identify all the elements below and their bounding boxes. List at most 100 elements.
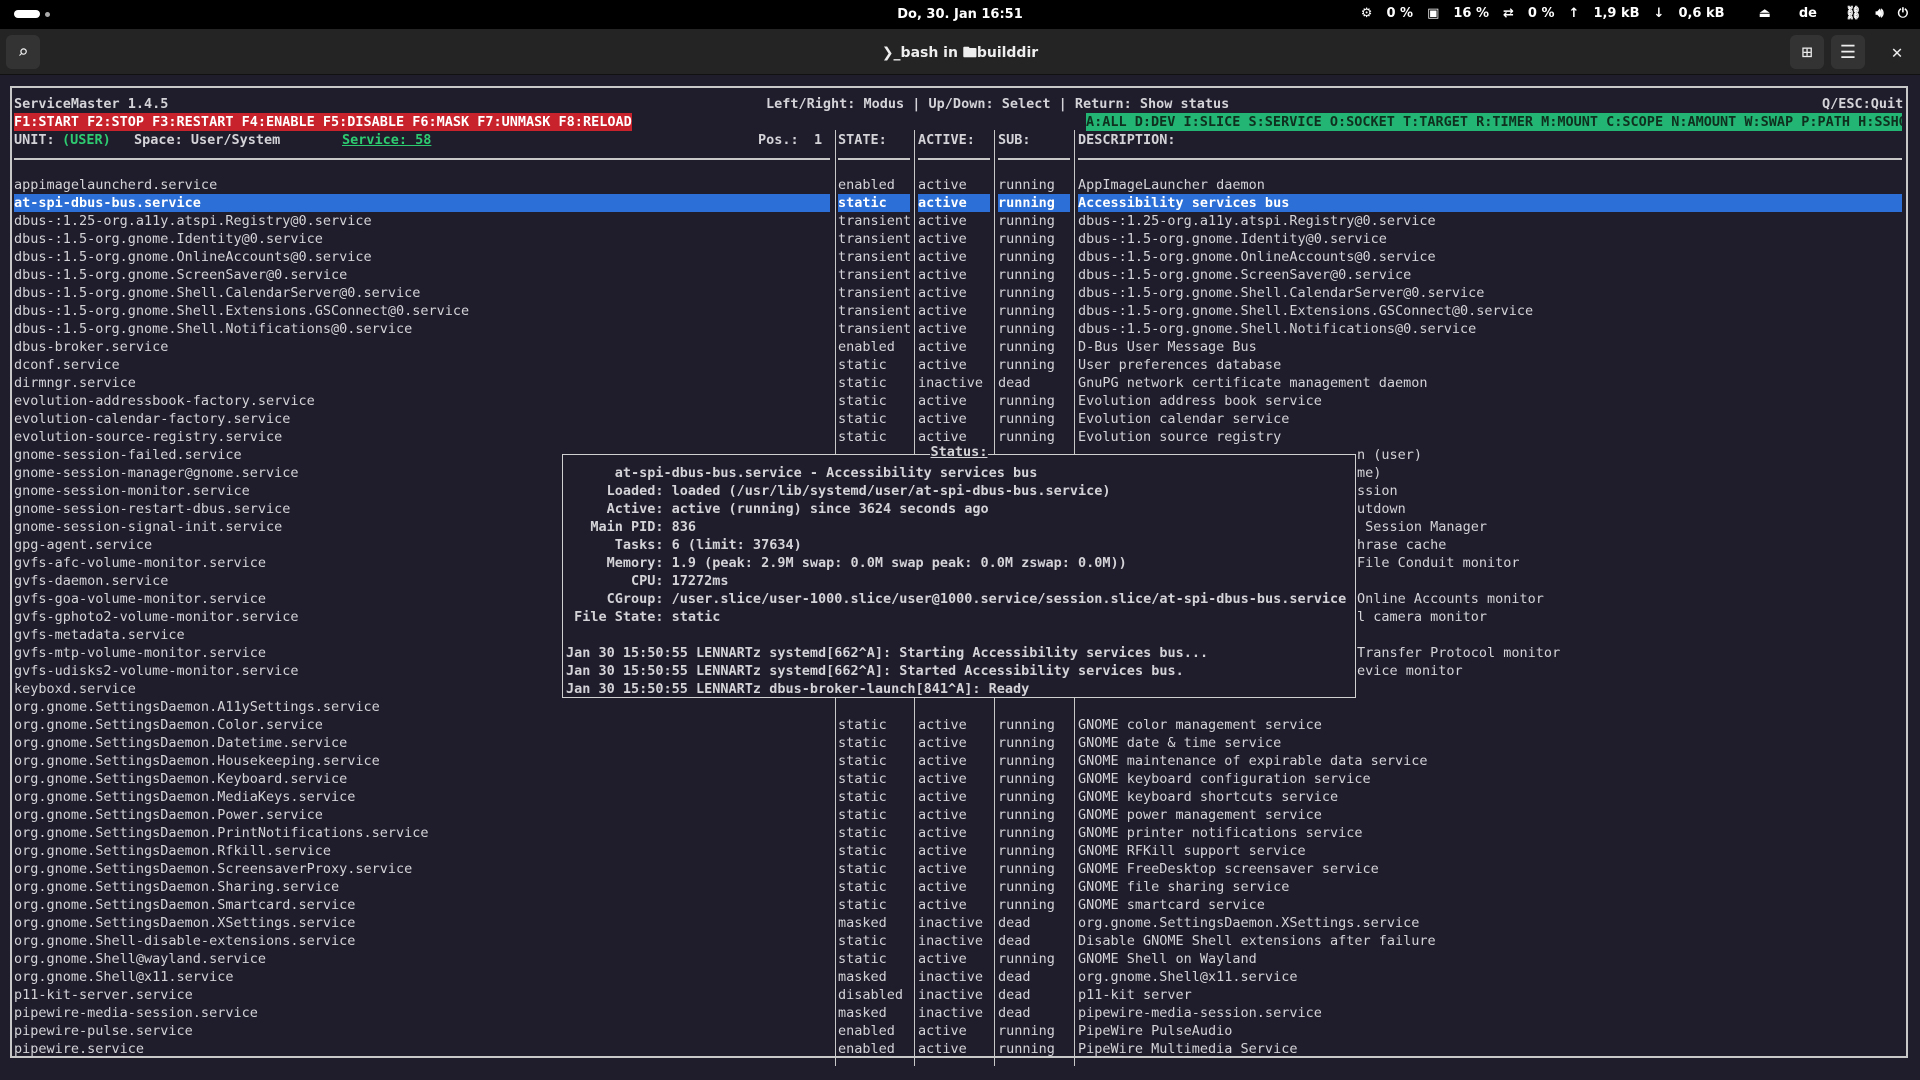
network-icon[interactable]: ⛓ [1845, 6, 1862, 21]
service-row[interactable]: org.gnome.SettingsDaemon.Housekeeping.se… [14, 752, 1904, 770]
service-row[interactable]: pipewire.service enabled active running Pipe… [14, 1040, 1904, 1058]
service-row[interactable]: org.gnome.SettingsDaemon.A11ySettings.se… [14, 698, 1904, 716]
service-sub: running [998, 177, 1055, 193]
service-sub: running [998, 321, 1055, 337]
service-state: static [838, 879, 887, 895]
upload-icon: ↑ [1568, 6, 1580, 21]
unit-label: UNIT: [14, 132, 55, 148]
service-row[interactable]: dbus-:1.5-org.gnome.Shell.Notifications@… [14, 320, 1904, 338]
service-active: active [918, 177, 967, 193]
service-row[interactable]: p11-kit-server.service disabled inactive de… [14, 986, 1904, 1004]
service-description: GNOME printer notifications service [1078, 825, 1363, 841]
service-state: static [838, 861, 887, 877]
service-state: enabled [838, 1041, 895, 1057]
service-description: Evolution calendar service [1078, 411, 1290, 427]
service-name: dbus-broker.service [14, 339, 169, 355]
service-row[interactable]: dbus-:1.5-org.gnome.ScreenSaver@0.servic… [14, 266, 1904, 284]
header-active: ACTIVE: [918, 132, 975, 148]
service-row[interactable]: evolution-addressbook-factory.service sta… [14, 392, 1904, 410]
quit-hint[interactable]: Q/ESC:Quit [1822, 95, 1903, 113]
status-line: Tasks: 6 (limit: 37634) [566, 537, 802, 553]
service-row[interactable]: org.gnome.SettingsDaemon.MediaKeys.servi… [14, 788, 1904, 806]
new-tab-button[interactable]: ⊞ [1790, 35, 1824, 69]
memory-icon: ▣ [1427, 6, 1440, 21]
service-row[interactable]: org.gnome.SettingsDaemon.XSettings.servi… [14, 914, 1904, 932]
service-description-partial: ssion [1357, 483, 1398, 499]
service-sub: dead [998, 1005, 1031, 1021]
service-description: PipeWire Multimedia Service [1078, 1041, 1298, 1057]
volume-icon[interactable]: 🔊︎ [1876, 6, 1884, 21]
service-row[interactable]: at-spi-dbus-bus.service static active runni… [14, 194, 1904, 212]
service-row[interactable]: org.gnome.SettingsDaemon.Rfkill.service s… [14, 842, 1904, 860]
service-row[interactable]: org.gnome.SettingsDaemon.Power.service st… [14, 806, 1904, 824]
service-sub: dead [998, 933, 1031, 949]
service-row[interactable]: org.gnome.Shell@x11.service masked inactiv… [14, 968, 1904, 986]
service-state: static [838, 735, 887, 751]
status-line: Memory: 1.9 (peak: 2.9M swap: 0.0M swap … [566, 555, 1127, 571]
service-active: active [918, 879, 967, 895]
service-sub: running [998, 753, 1055, 769]
service-row[interactable]: dbus-:1.5-org.gnome.Shell.CalendarServer… [14, 284, 1904, 302]
keyboard-layout[interactable]: de [1799, 6, 1817, 21]
status-line: Jan 30 15:50:55 LENNARTz systemd[662^A]:… [566, 645, 1209, 661]
service-row[interactable]: org.gnome.SettingsDaemon.Keyboard.servic… [14, 770, 1904, 788]
service-active: active [918, 753, 967, 769]
service-description: D-Bus User Message Bus [1078, 339, 1257, 355]
service-row[interactable]: org.gnome.SettingsDaemon.Datetime.servic… [14, 734, 1904, 752]
service-row[interactable]: org.gnome.SettingsDaemon.Color.service st… [14, 716, 1904, 734]
divider [918, 158, 990, 160]
service-description: dbus-:1.5-org.gnome.Shell.CalendarServer… [1078, 285, 1485, 301]
service-description: org.gnome.SettingsDaemon.XSettings.servi… [1078, 915, 1420, 931]
service-count[interactable]: Service: 58 [342, 131, 431, 149]
service-state: static [838, 897, 887, 913]
system-tray[interactable]: ⚙ 0 % ▣ 16 % ⇄ 0 % ↑ 1,9 kB ↓ 0,6 kB ⏏ de ⛓ 🔊… [1361, 6, 1908, 21]
power-icon[interactable]: ⏻ [1898, 6, 1908, 21]
service-row[interactable]: dbus-broker.service enabled active running D… [14, 338, 1904, 356]
menu-button[interactable]: ☰ [1831, 35, 1865, 69]
service-description: PipeWire PulseAudio [1078, 1023, 1233, 1039]
service-row[interactable]: org.gnome.SettingsDaemon.Smartcard.servi… [14, 896, 1904, 914]
service-name: org.gnome.SettingsDaemon.XSettings.servi… [14, 915, 356, 931]
service-description: GNOME keyboard shortcuts service [1078, 789, 1339, 805]
service-sub: running [998, 194, 1070, 212]
service-description: GNOME power management service [1078, 807, 1322, 823]
service-state: static [838, 393, 887, 409]
service-name: dirmngr.service [14, 375, 136, 391]
service-state: transient [838, 213, 912, 229]
service-description-partial: Transfer Protocol monitor [1357, 645, 1561, 661]
service-row[interactable]: dbus-:1.25-org.a11y.atspi.Registry@0.ser… [14, 212, 1904, 230]
service-row[interactable]: org.gnome.SettingsDaemon.ScreensaverProx… [14, 860, 1904, 878]
status-line: File State: static [566, 609, 721, 625]
service-row[interactable]: dconf.service static active running User pre… [14, 356, 1904, 374]
service-active: active [918, 897, 967, 913]
service-row[interactable]: org.gnome.SettingsDaemon.PrintNotificati… [14, 824, 1904, 842]
header-description: DESCRIPTION: [1078, 132, 1176, 148]
service-row[interactable]: dbus-:1.5-org.gnome.Shell.Extensions.GSC… [14, 302, 1904, 320]
unit-mode[interactable]: (USER) [62, 131, 111, 149]
service-name: org.gnome.Shell@wayland.service [14, 951, 266, 967]
service-active: inactive [918, 915, 984, 931]
service-row[interactable]: dbus-:1.5-org.gnome.Identity@0.service tr… [14, 230, 1904, 248]
service-row[interactable]: pipewire-pulse.service enabled active runni… [14, 1022, 1904, 1040]
service-row[interactable]: evolution-calendar-factory.service static… [14, 410, 1904, 428]
system-top-bar: Do, 30. Jan 16:51 ⚙ 0 % ▣ 16 % ⇄ 0 % ↑ 1,9 k… [0, 0, 1920, 29]
status-title: Status: [929, 444, 989, 460]
header-sub: SUB: [998, 132, 1031, 148]
status-line: Jan 30 15:50:55 LENNARTz systemd[662^A]:… [566, 663, 1184, 679]
service-row[interactable]: appimagelauncherd.service enabled active ru… [14, 176, 1904, 194]
function-keys-bar[interactable]: F1:START F2:STOP F3:RESTART F4:ENABLE F5… [14, 113, 632, 131]
filter-keys-bar[interactable]: A:ALL D:DEV I:SLICE S:SERVICE O:SOCKET T… [1086, 113, 1902, 131]
eject-icon[interactable]: ⏏ [1759, 6, 1771, 21]
service-name: dbus-:1.5-org.gnome.Shell.CalendarServer… [14, 285, 421, 301]
service-row[interactable]: org.gnome.Shell@wayland.service static act… [14, 950, 1904, 968]
service-description: GNOME FreeDesktop screensaver service [1078, 861, 1379, 877]
close-icon: ✕ [1891, 41, 1903, 63]
service-row[interactable]: dirmngr.service static inactive dead GnuPG n… [14, 374, 1904, 392]
service-row[interactable]: org.gnome.SettingsDaemon.Sharing.service… [14, 878, 1904, 896]
service-name: org.gnome.SettingsDaemon.Keyboard.servic… [14, 771, 348, 787]
status-line: CGroup: /user.slice/user-1000.slice/user… [566, 591, 1347, 607]
close-button[interactable]: ✕ [1880, 35, 1914, 69]
service-row[interactable]: org.gnome.Shell-disable-extensions.servi… [14, 932, 1904, 950]
service-row[interactable]: pipewire-media-session.service masked inac… [14, 1004, 1904, 1022]
service-row[interactable]: dbus-:1.5-org.gnome.OnlineAccounts@0.ser… [14, 248, 1904, 266]
